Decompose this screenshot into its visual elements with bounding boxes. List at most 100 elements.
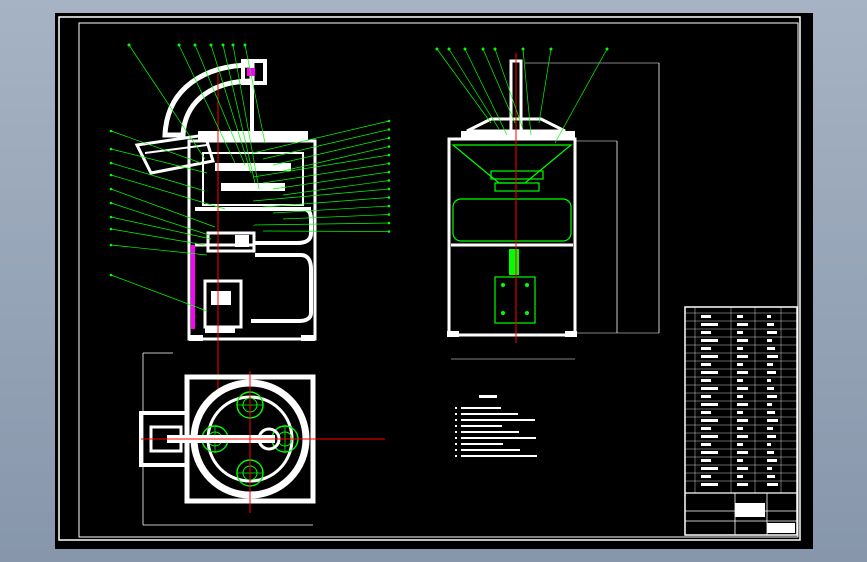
right-leader-line [262, 230, 390, 232]
coupling-block [235, 235, 249, 247]
right-leader-line [282, 180, 390, 196]
side-leader-dot [549, 47, 553, 51]
front-leader-dot [109, 129, 113, 133]
parts-list-qty [767, 395, 777, 398]
right-leader-line [262, 197, 390, 208]
note-line [461, 431, 519, 433]
right-leader-dot [387, 213, 391, 216]
parts-list-name [737, 427, 743, 430]
parts-list-qty [767, 475, 775, 478]
parts-list-code [701, 411, 711, 414]
parts-list-qty [767, 347, 775, 350]
side-motor-bolt-3 [501, 311, 505, 315]
front-leader-line [194, 44, 246, 166]
foot-left [189, 335, 203, 341]
front-leader-line [110, 148, 208, 174]
note-line [461, 437, 536, 439]
parts-list-code [701, 363, 711, 366]
parts-list-code [701, 387, 718, 390]
note-bullet [455, 419, 457, 421]
note-line [461, 413, 518, 415]
front-leader-line [110, 202, 210, 236]
parts-list-name [737, 411, 743, 414]
note-line [461, 419, 535, 421]
side-view [435, 47, 660, 360]
side-coupling [509, 249, 519, 275]
parts-list-code [701, 355, 718, 358]
parts-list-name [737, 371, 748, 374]
side-leader-line [522, 48, 532, 136]
parts-list-code [701, 347, 711, 350]
parts-list-code [701, 403, 718, 406]
side-leader-line [538, 48, 552, 124]
note-bullet [455, 437, 457, 439]
front-leader-dot [109, 173, 113, 177]
right-leader-line [272, 171, 390, 190]
disc-lower [221, 183, 285, 191]
parts-list-qty [767, 403, 772, 406]
front-leader-dot [193, 43, 197, 47]
side-leader-line [448, 48, 500, 130]
parts-list-name [737, 475, 743, 478]
side-leader-dot [605, 47, 609, 51]
right-leader-dot [387, 230, 391, 233]
parts-list-name [737, 467, 748, 470]
parts-list-qty [767, 331, 777, 334]
parts-list-qty [767, 443, 771, 446]
side-housing [447, 137, 577, 337]
parts-list-code [701, 467, 718, 470]
front-leader-dot [209, 43, 213, 47]
front-leader-dot [109, 187, 113, 191]
front-view [109, 43, 391, 391]
parts-list-qty [767, 339, 772, 342]
parts-list-name [737, 331, 743, 334]
note-bullet [455, 425, 457, 427]
parts-list-name [737, 379, 743, 382]
parts-list-qty [767, 451, 774, 454]
cad-viewport[interactable] [55, 13, 813, 549]
parts-list [685, 307, 797, 493]
front-leader-dot [177, 43, 181, 47]
front-leader-dot [109, 243, 113, 247]
parts-list-code [701, 443, 711, 446]
side-foot-left [447, 331, 459, 337]
parts-list-qty [767, 323, 774, 326]
parts-list-qty [767, 387, 774, 390]
parts-list-name [737, 395, 743, 398]
parts-list-name [737, 403, 748, 406]
parts-list-code [701, 427, 711, 430]
parts-list-name [737, 339, 748, 342]
right-leader-dot [387, 179, 391, 182]
parts-list-name [737, 419, 748, 422]
parts-list-code [701, 379, 711, 382]
note-bullet [455, 407, 457, 409]
front-leader-dot [109, 227, 113, 231]
plan-view [139, 352, 385, 526]
front-leader-dot [109, 201, 113, 205]
side-leader-dot [481, 47, 485, 51]
front-leader-line [110, 228, 206, 246]
right-leader-dot [387, 221, 391, 225]
side-disc-2 [494, 182, 540, 192]
feed-chute [162, 62, 255, 138]
disc-upper [215, 163, 291, 171]
parts-list-qty [767, 355, 778, 358]
parts-list-name [737, 443, 743, 446]
right-leader-dot [387, 196, 391, 199]
motor-base [205, 327, 235, 333]
right-leader-line [282, 214, 390, 220]
note-line [461, 443, 503, 445]
right-leader-dot [387, 119, 391, 123]
side-leader-dot [521, 47, 525, 51]
parts-list-code [701, 451, 718, 454]
side-leader-dot [447, 47, 451, 51]
note-line [461, 455, 537, 457]
side-column [191, 245, 195, 329]
parts-list-code [701, 419, 718, 422]
discharge-pipe [255, 207, 313, 245]
parts-list-code [701, 371, 718, 374]
front-leader-dot [243, 43, 247, 47]
right-leader-dot [387, 162, 391, 165]
side-screen [452, 198, 572, 242]
parts-list-qty [767, 411, 775, 414]
